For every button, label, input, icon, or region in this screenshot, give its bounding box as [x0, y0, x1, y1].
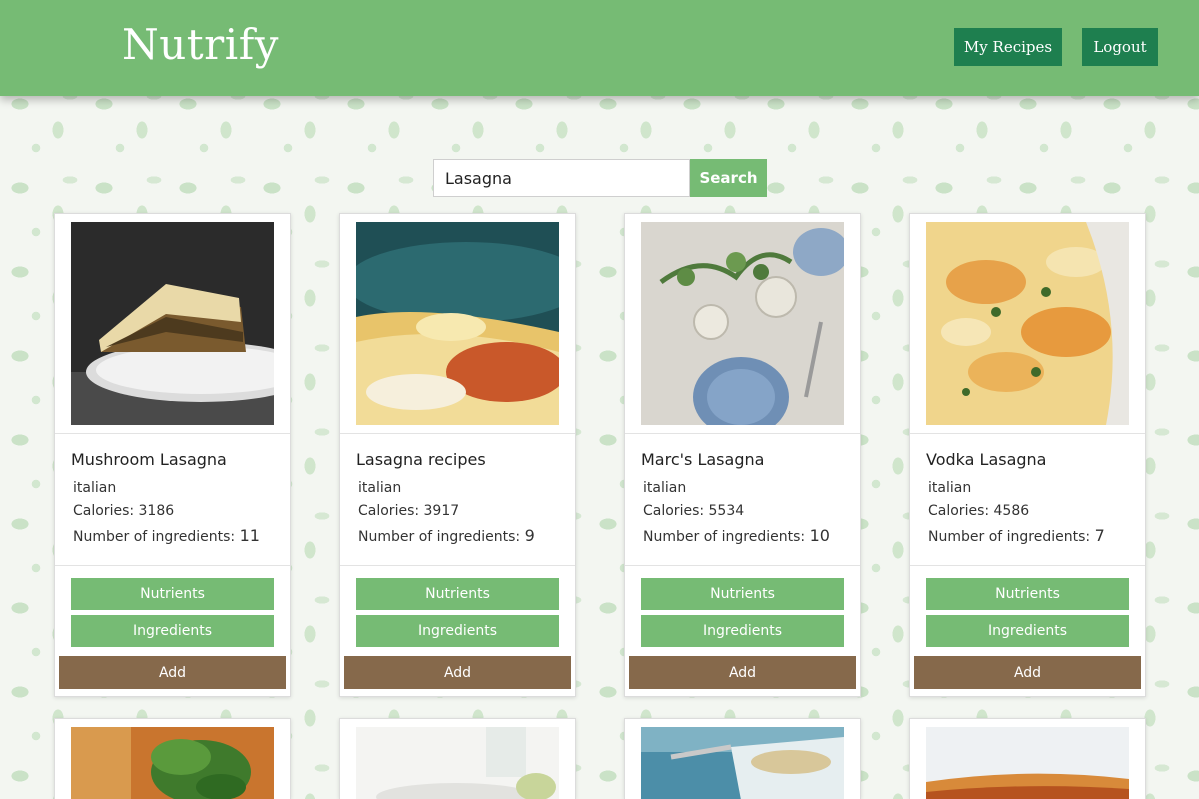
recipe-calories: Calories: 5534: [643, 503, 745, 519]
recipe-card: Marc's Lasagna italian Calories: 5534 Nu…: [624, 213, 861, 697]
card-divider: [910, 433, 1145, 434]
ingredient-count-value: 7: [1094, 526, 1105, 545]
recipe-title: Vodka Lasagna: [926, 450, 1047, 469]
add-button[interactable]: Add: [344, 656, 571, 689]
recipe-image: [356, 222, 559, 425]
recipe-image: [641, 222, 844, 425]
ingredient-count-label: Number of ingredients:: [358, 529, 521, 545]
ingredient-count-value: 9: [524, 526, 535, 545]
recipe-image: [71, 727, 274, 799]
nutrients-button[interactable]: Nutrients: [641, 578, 844, 610]
recipe-cuisine: italian: [73, 480, 117, 496]
recipe-cuisine: italian: [928, 480, 972, 496]
recipe-image: [926, 222, 1129, 425]
recipe-ingredient-count: Number of ingredients: 9: [358, 526, 535, 545]
top-navbar: Nutrify My Recipes Logout: [0, 0, 1199, 96]
nutrients-button[interactable]: Nutrients: [71, 578, 274, 610]
search-button[interactable]: Search: [690, 159, 767, 197]
recipe-image: [926, 727, 1129, 799]
card-divider: [340, 433, 575, 434]
recipe-card: Lasagna recipes italian Calories: 3917 N…: [339, 213, 576, 697]
ingredient-count-label: Number of ingredients:: [643, 529, 806, 545]
recipe-image: [641, 727, 844, 799]
recipe-calories: Calories: 3186: [73, 503, 175, 519]
app-logo[interactable]: Nutrify: [122, 20, 279, 69]
recipe-cuisine: italian: [643, 480, 687, 496]
recipe-ingredient-count: Number of ingredients: 11: [73, 526, 260, 545]
add-button[interactable]: Add: [59, 656, 286, 689]
recipe-title: Marc's Lasagna: [641, 450, 765, 469]
recipe-ingredient-count: Number of ingredients: 10: [643, 526, 830, 545]
ingredients-button[interactable]: Ingredients: [641, 615, 844, 647]
add-button[interactable]: Add: [629, 656, 856, 689]
my-recipes-button[interactable]: My Recipes: [954, 28, 1062, 66]
recipe-card: [339, 718, 576, 799]
ingredient-count-label: Number of ingredients:: [928, 529, 1091, 545]
card-divider: [625, 565, 860, 566]
recipe-card: Mushroom Lasagna italian Calories: 3186 …: [54, 213, 291, 697]
ingredient-count-label: Number of ingredients:: [73, 529, 236, 545]
recipe-title: Lasagna recipes: [356, 450, 486, 469]
ingredients-button[interactable]: Ingredients: [356, 615, 559, 647]
card-divider: [910, 565, 1145, 566]
ingredient-count-value: 10: [809, 526, 830, 545]
nutrients-button[interactable]: Nutrients: [926, 578, 1129, 610]
recipe-cuisine: italian: [358, 480, 402, 496]
recipe-card: [909, 718, 1146, 799]
ingredients-button[interactable]: Ingredients: [926, 615, 1129, 647]
card-divider: [340, 565, 575, 566]
recipe-title: Mushroom Lasagna: [71, 450, 227, 469]
card-divider: [55, 565, 290, 566]
add-button[interactable]: Add: [914, 656, 1141, 689]
recipe-ingredient-count: Number of ingredients: 7: [928, 526, 1105, 545]
search-input[interactable]: [433, 159, 690, 197]
recipe-calories: Calories: 3917: [358, 503, 460, 519]
recipe-card: Vodka Lasagna italian Calories: 4586 Num…: [909, 213, 1146, 697]
logout-button[interactable]: Logout: [1082, 28, 1158, 66]
card-divider: [55, 433, 290, 434]
ingredients-button[interactable]: Ingredients: [71, 615, 274, 647]
recipe-card: [624, 718, 861, 799]
ingredient-count-value: 11: [239, 526, 260, 545]
search-bar: Search: [433, 159, 767, 197]
nutrients-button[interactable]: Nutrients: [356, 578, 559, 610]
recipe-image: [356, 727, 559, 799]
recipe-image: [71, 222, 274, 425]
recipe-card: [54, 718, 291, 799]
recipe-calories: Calories: 4586: [928, 503, 1030, 519]
card-divider: [625, 433, 860, 434]
